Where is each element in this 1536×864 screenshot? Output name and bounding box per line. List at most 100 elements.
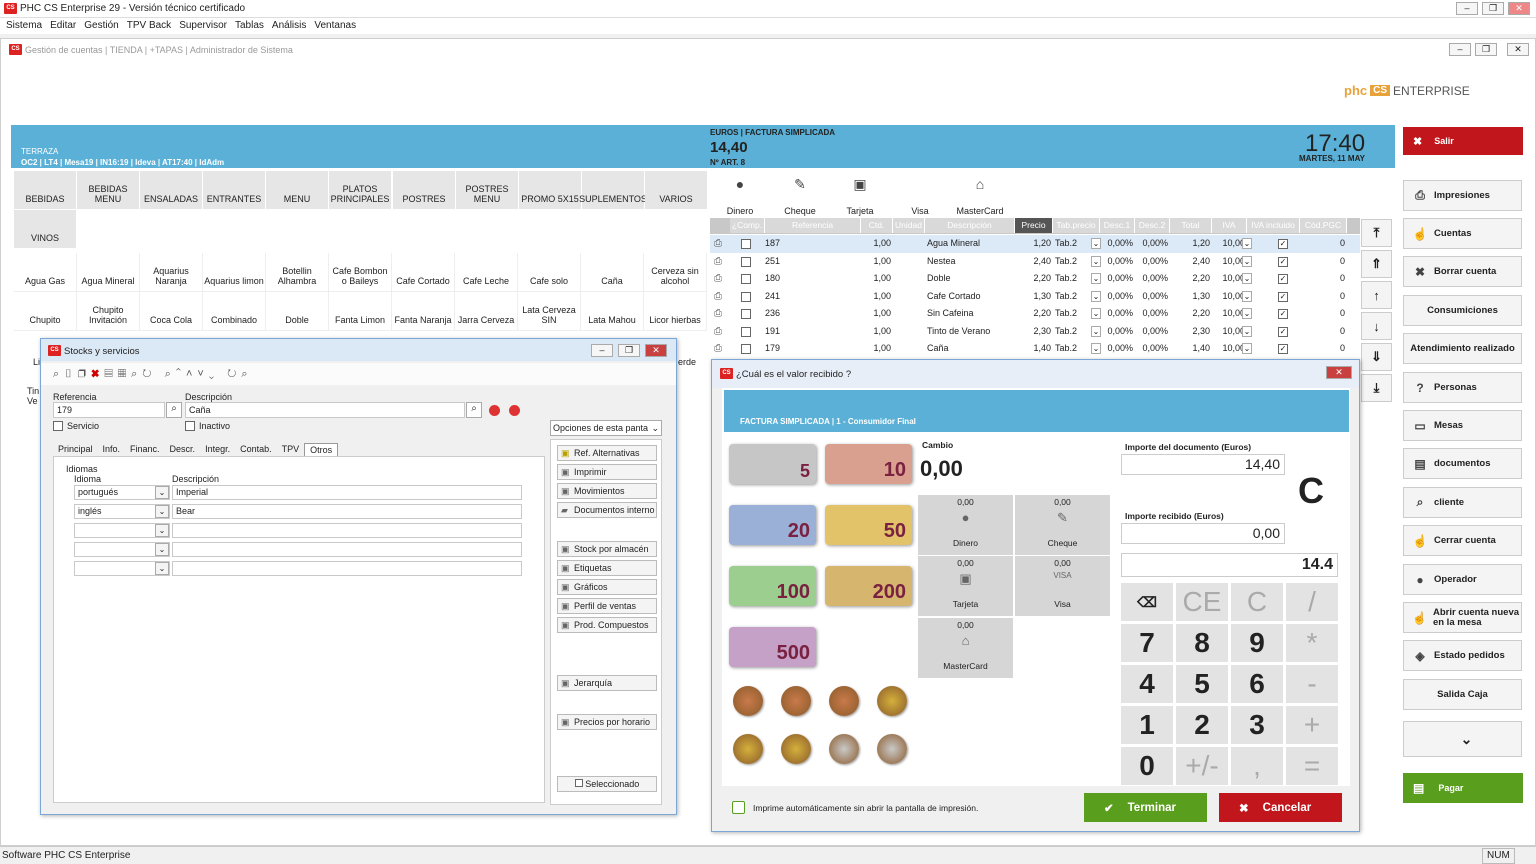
key-13[interactable]: 2 [1176, 706, 1228, 744]
category-4[interactable]: MENU [266, 171, 328, 209]
chevron-down-icon[interactable]: ⌄ [155, 543, 169, 556]
iva-incl-checkbox[interactable]: ✓ [1278, 239, 1288, 249]
desc-field[interactable]: Caña [185, 402, 465, 418]
product-14[interactable]: Combinado [203, 292, 266, 331]
scroll-btn-0[interactable]: ⤒ [1361, 219, 1392, 247]
coin-5[interactable] [781, 734, 811, 764]
print-icon[interactable]: ⎙ [714, 235, 722, 253]
comp-checkbox[interactable] [741, 326, 751, 337]
method-dinero[interactable]: 0,00 ● Dinero [918, 495, 1013, 555]
option-10[interactable]: ▣ Precios por horario [557, 714, 657, 730]
key-8[interactable]: 4 [1121, 665, 1173, 703]
preview-icon[interactable]: ⌕ [165, 368, 176, 380]
last-icon[interactable]: ⌄ [209, 368, 219, 380]
key-19[interactable]: = [1286, 747, 1338, 785]
stocks-restore-button[interactable]: ❐ [618, 344, 640, 357]
cancelar-button[interactable]: ✖ Cancelar [1219, 793, 1342, 822]
iva-dropdown-icon[interactable]: ⌄ [1242, 273, 1252, 284]
scroll-btn-5[interactable]: ⤓ [1361, 374, 1392, 402]
option-7[interactable]: ▣ Perfil de ventas [557, 598, 657, 614]
coin-0[interactable] [733, 686, 763, 716]
more-down-button[interactable]: ⌄ [1403, 721, 1522, 757]
option-0[interactable]: ▣ Ref. Alternativas [557, 445, 657, 461]
note-10[interactable]: 10 [825, 444, 912, 484]
restore-button[interactable]: ❐ [1482, 2, 1504, 15]
category-11[interactable]: VINOS [14, 210, 76, 248]
note-20[interactable]: 20 [729, 505, 816, 545]
terminar-button[interactable]: ✔ Terminar [1084, 793, 1207, 822]
product-0[interactable]: Agua Gas [14, 253, 77, 292]
stocks-close-button[interactable]: ✕ [645, 344, 667, 357]
right-button-9[interactable]: ☝ Cerrar cuenta [1403, 525, 1522, 556]
iva-incl-checkbox[interactable]: ✓ [1278, 326, 1288, 337]
table-row[interactable]: ⎙ 179 1,00 Caña 1,40 Tab.2 0,00% 0,00% 1,40 10,00… [710, 340, 1360, 358]
iva-incl-checkbox[interactable]: ✓ [1278, 256, 1288, 267]
right-button-3[interactable]: Consumiciones [1403, 295, 1522, 326]
salir-button[interactable]: ✖ Salir [1403, 127, 1523, 155]
menu-item-0[interactable]: Sistema [6, 20, 42, 31]
key-10[interactable]: 6 [1231, 665, 1283, 703]
right-button-12[interactable]: ◈ Estado pedidos [1403, 640, 1522, 671]
print-icon[interactable]: ⎙ [714, 340, 722, 358]
product-partial-1[interactable]: Tin Ve [27, 386, 41, 406]
key-12[interactable]: 1 [1121, 706, 1173, 744]
menu-item-7[interactable]: Ventanas [314, 20, 356, 31]
product-3[interactable]: Aquarius limon [203, 253, 266, 292]
minimize-button[interactable]: – [1456, 2, 1478, 15]
lang-desc-field[interactable] [172, 561, 522, 576]
note-50[interactable]: 50 [825, 505, 912, 545]
product-8[interactable]: Cafe solo [518, 253, 581, 292]
option-3[interactable]: ▰ Documentos interno [557, 502, 657, 518]
key-9[interactable]: 5 [1176, 665, 1228, 703]
tab-dropdown-icon[interactable]: ⌄ [1091, 308, 1101, 319]
scroll-btn-3[interactable]: ↓ [1361, 312, 1392, 340]
comp-checkbox[interactable] [741, 256, 751, 267]
prev-icon[interactable]: ˄ [186, 368, 197, 380]
product-18[interactable]: Jarra Cerveza [455, 292, 518, 331]
product-11[interactable]: Chupito [14, 292, 77, 331]
right-button-5[interactable]: ? Personas [1403, 372, 1522, 403]
lang-desc-field[interactable]: Imperial [172, 485, 522, 500]
category-8[interactable]: PROMO 5X15 [519, 171, 581, 209]
option-9[interactable]: ▣ Jerarquía [557, 675, 657, 691]
category-3[interactable]: ENTRANTES [203, 171, 265, 209]
option-5[interactable]: ▣ Etiquetas [557, 560, 657, 576]
stocks-min-button[interactable]: – [591, 344, 613, 357]
print-icon[interactable]: ⎙ [714, 288, 722, 306]
col-header-1[interactable]: ¿Comp. [730, 218, 765, 233]
lang-desc-field[interactable] [172, 542, 522, 557]
right-button-2[interactable]: ✖ Borrar cuenta [1403, 256, 1522, 287]
option-6[interactable]: ▣ Gráficos [557, 579, 657, 595]
lang-desc-field[interactable]: Bear [172, 504, 522, 519]
right-button-13[interactable]: Salida Caja [1403, 679, 1522, 710]
col-header-8[interactable]: Desc.1 [1100, 218, 1135, 233]
key-3[interactable]: / [1286, 583, 1338, 621]
product-partial-2[interactable]: erde [678, 357, 696, 367]
desc-search-icon[interactable]: ⌕ [466, 402, 482, 418]
payment-tarjeta[interactable]: ▣ Tarjeta [830, 176, 890, 216]
table-row[interactable]: ⎙ 241 1,00 Cafe Cortado 1,30 Tab.2 0,00% 0,00% 1… [710, 288, 1360, 306]
payment-dinero[interactable]: ● Dinero [710, 176, 770, 216]
new-icon[interactable]: ▯ [64, 368, 77, 380]
close-button[interactable]: ✕ [1508, 2, 1530, 15]
right-button-7[interactable]: ▤ documentos [1403, 448, 1522, 479]
product-16[interactable]: Fanta Limon [329, 292, 392, 331]
reload-icon[interactable]: ↻ [227, 368, 241, 380]
grid-icon[interactable]: ▦ [118, 368, 131, 380]
method-cheque[interactable]: 0,00 ✎ Cheque [1015, 495, 1110, 555]
first-icon[interactable]: ⌃ [176, 368, 186, 380]
print-icon[interactable]: ⎙ [714, 323, 722, 341]
product-5[interactable]: Cafe Bombon o Baileys [329, 253, 392, 292]
product-6[interactable]: Cafe Cortado [392, 253, 455, 292]
inner-close-button[interactable]: ✕ [1507, 43, 1529, 56]
iva-incl-checkbox[interactable]: ✓ [1278, 344, 1288, 354]
category-7[interactable]: POSTRES MENU [456, 171, 518, 209]
delete-icon[interactable]: ✖ [91, 368, 104, 380]
product-20[interactable]: Lata Mahou [581, 292, 644, 331]
key-15[interactable]: + [1286, 706, 1338, 744]
tab-dropdown-icon[interactable]: ⌄ [1091, 255, 1101, 267]
product-2[interactable]: Aquarius Naranja [140, 253, 203, 292]
method-mastercard[interactable]: 0,00 ⌂ MasterCard [918, 618, 1013, 678]
print-icon[interactable]: ⎙ [714, 253, 722, 271]
chevron-down-icon[interactable]: ⌄ [155, 524, 169, 537]
